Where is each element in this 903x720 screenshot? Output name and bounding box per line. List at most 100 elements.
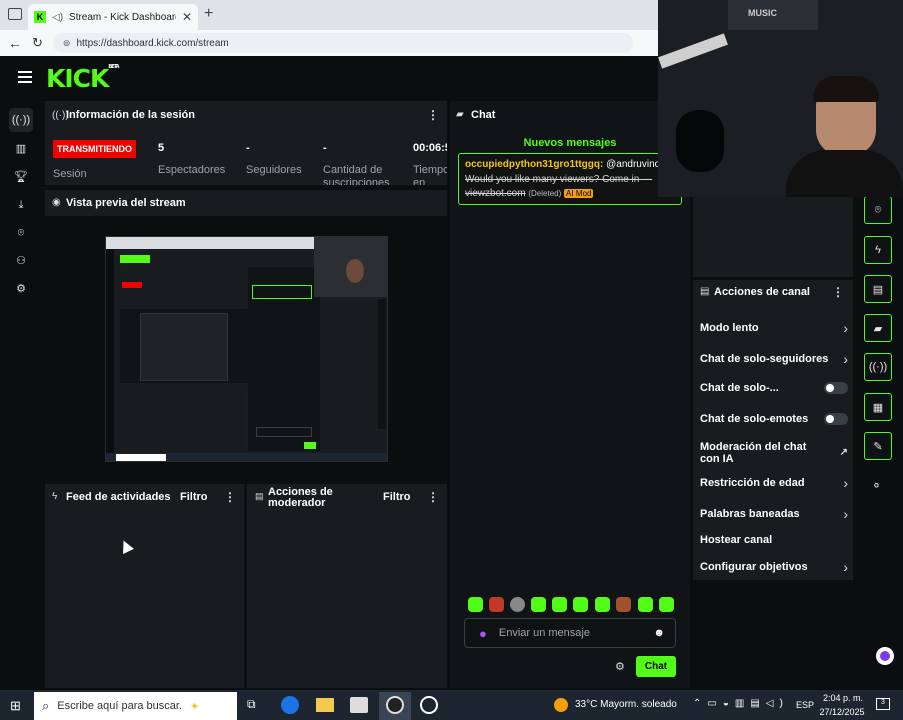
emotes-only-toggle[interactable] bbox=[824, 413, 848, 425]
action-label: Moderación del chat con IA bbox=[700, 441, 807, 465]
task-view-icon[interactable]: ⧉ bbox=[247, 697, 256, 712]
kick-favicon-icon: K bbox=[34, 11, 46, 23]
chat-quick-icon[interactable]: ▰ bbox=[864, 314, 892, 342]
host-channel-row[interactable]: Hostear canal bbox=[700, 534, 848, 546]
emote-icon[interactable] bbox=[510, 597, 525, 612]
ai-moderation-row[interactable]: Moderación del chat con IA ↗ bbox=[700, 441, 848, 465]
chevron-right-icon: › bbox=[843, 559, 848, 575]
followers-only-row[interactable]: Chat de solo-seguidores › bbox=[700, 351, 848, 367]
upload-icon[interactable]: ⤓ bbox=[14, 198, 28, 212]
age-restriction-row[interactable]: Restricción de edad › bbox=[700, 475, 848, 491]
banned-words-row[interactable]: Palabras baneadas › bbox=[700, 506, 848, 522]
action-label: Configurar objetivos bbox=[700, 561, 808, 573]
obs-icon[interactable] bbox=[386, 696, 404, 714]
bot-icon[interactable]: ⌾ bbox=[14, 226, 28, 240]
emoji-icon[interactable]: ☻ bbox=[653, 627, 665, 639]
channel-actions-options-icon[interactable]: ⋮ bbox=[832, 285, 844, 299]
shield-icon: ▤ bbox=[255, 491, 264, 501]
url-text: https://dashboard.kick.com/stream bbox=[76, 37, 229, 49]
subscribers-only-row: Chat de solo-... bbox=[700, 382, 848, 394]
new-tab-icon[interactable]: + bbox=[204, 5, 213, 23]
goals-row[interactable]: Configurar objetivos › bbox=[700, 559, 848, 575]
file-explorer-icon[interactable] bbox=[316, 698, 334, 712]
chat-settings-icon[interactable]: ⚙ bbox=[615, 660, 625, 673]
mute-tab-icon[interactable]: ◁) bbox=[52, 12, 63, 23]
followers-label: Seguidores bbox=[246, 164, 302, 176]
kick-logo[interactable]: KICKBETA bbox=[46, 64, 120, 93]
media-player-icon[interactable] bbox=[420, 696, 438, 714]
stream-broadcast-icon[interactable]: ((·)) bbox=[9, 108, 33, 132]
logo-beta-tag: BETA bbox=[108, 64, 119, 70]
site-info-icon[interactable]: ⊜ bbox=[63, 38, 71, 49]
emote-icon[interactable] bbox=[489, 597, 504, 612]
url-field[interactable]: ⊜ https://dashboard.kick.com/stream bbox=[52, 33, 633, 53]
emote-icon[interactable] bbox=[595, 597, 610, 612]
emote-icon[interactable] bbox=[552, 597, 567, 612]
settings-gear-icon[interactable]: ⚙ bbox=[14, 282, 28, 296]
mod-actions-panel bbox=[247, 484, 447, 688]
browser-tab[interactable]: K ◁) Stream - Kick Dashboard ✕ bbox=[28, 4, 198, 30]
lightning-quick-icon[interactable]: ϟ bbox=[864, 236, 892, 264]
action-label: Modo lento bbox=[700, 322, 759, 334]
system-tray-icons[interactable]: ⌃▭◒▥▤◁) bbox=[693, 698, 789, 709]
activity-options-icon[interactable]: ⋮ bbox=[224, 490, 236, 504]
assistant-icon[interactable] bbox=[876, 647, 894, 665]
deleted-tag: (Deleted) bbox=[528, 189, 562, 198]
ai-mod-badge: AI Mod bbox=[564, 189, 594, 198]
trophy-icon[interactable]: 🏆︎ bbox=[14, 170, 28, 184]
windows-start-icon[interactable]: ⊞ bbox=[10, 698, 21, 714]
emote-icon[interactable] bbox=[531, 597, 546, 612]
broadcast-quick-icon[interactable]: ((·)) bbox=[864, 353, 892, 381]
menu-icon[interactable] bbox=[18, 71, 32, 83]
notification-count[interactable]: 3 bbox=[876, 698, 890, 710]
emote-icon[interactable] bbox=[573, 597, 588, 612]
share-icon[interactable]: ⚬ bbox=[871, 478, 882, 494]
stream-preview-video[interactable] bbox=[105, 236, 388, 462]
activity-filter-button[interactable]: Filtro bbox=[180, 491, 208, 503]
store-icon[interactable] bbox=[350, 697, 368, 713]
dashboard-sidebar: ((·)) ▥ 🏆︎ ⤓ ⌾ ⚇ ⚙ bbox=[0, 100, 40, 690]
chevron-right-icon: › bbox=[843, 351, 848, 367]
chat-title: Chat bbox=[471, 109, 496, 121]
new-messages-divider[interactable]: Nuevos mensajes bbox=[458, 137, 682, 149]
mic-icon[interactable]: ● bbox=[479, 626, 487, 641]
chat-message-input[interactable]: ● Enviar un mensaje ☻ bbox=[464, 618, 676, 648]
bot-quick-icon[interactable]: ⌾ bbox=[864, 196, 892, 224]
mod-options-icon[interactable]: ⋮ bbox=[427, 490, 439, 504]
subscribers-only-toggle[interactable] bbox=[824, 382, 848, 394]
mod-filter-button[interactable]: Filtro bbox=[383, 491, 411, 503]
clock-time[interactable]: 2:04 p. m. bbox=[822, 693, 864, 703]
slow-mode-row[interactable]: Modo lento › bbox=[700, 320, 848, 336]
live-time-label: Tiempo en vivo bbox=[413, 164, 447, 185]
wrench-quick-icon[interactable]: ✎ bbox=[864, 432, 892, 460]
clock-date[interactable]: 27/12/2025 bbox=[818, 707, 866, 717]
emote-icon[interactable] bbox=[659, 597, 674, 612]
chevron-right-icon: › bbox=[843, 475, 848, 491]
channel-actions-icon: ▤ bbox=[700, 286, 710, 297]
emote-icon[interactable] bbox=[616, 597, 631, 612]
edge-icon[interactable] bbox=[281, 696, 299, 714]
chat-message[interactable]: occupiedpython31gro1ttggq: @andruvinotin… bbox=[458, 153, 682, 205]
moderation-quick-icon[interactable]: ▦ bbox=[864, 393, 892, 421]
session-options-icon[interactable]: ⋮ bbox=[427, 108, 439, 122]
viewers-label: Espectadores bbox=[158, 164, 226, 176]
weather-icon[interactable] bbox=[554, 698, 568, 712]
emote-icon[interactable] bbox=[638, 597, 653, 612]
weather-text[interactable]: 33°C Mayorm. soleado bbox=[575, 699, 677, 710]
community-icon[interactable]: ⚇ bbox=[14, 254, 28, 268]
taskbar-search[interactable]: ⌕ Escribe aquí para buscar. ✦ bbox=[34, 692, 237, 720]
document-quick-icon[interactable]: ▤ bbox=[864, 275, 892, 303]
search-highlight-icon: ✦ bbox=[190, 700, 200, 713]
action-label: Restricción de edad bbox=[700, 477, 805, 489]
background-sign: MUSIC bbox=[748, 8, 777, 18]
chat-send-button[interactable]: Chat bbox=[636, 656, 676, 677]
reload-icon[interactable]: ↻ bbox=[32, 35, 43, 51]
language-indicator[interactable]: ESP bbox=[796, 700, 814, 710]
back-icon[interactable]: ← bbox=[8, 35, 22, 51]
analytics-icon[interactable]: ▥ bbox=[14, 142, 28, 156]
close-tab-icon[interactable]: ✕ bbox=[182, 10, 192, 24]
tab-actions-icon[interactable] bbox=[8, 8, 22, 20]
webcam-overlay: MUSIC bbox=[658, 0, 903, 197]
emote-icon[interactable] bbox=[468, 597, 483, 612]
chat-username[interactable]: occupiedpython31gro1ttggq: bbox=[465, 159, 603, 170]
